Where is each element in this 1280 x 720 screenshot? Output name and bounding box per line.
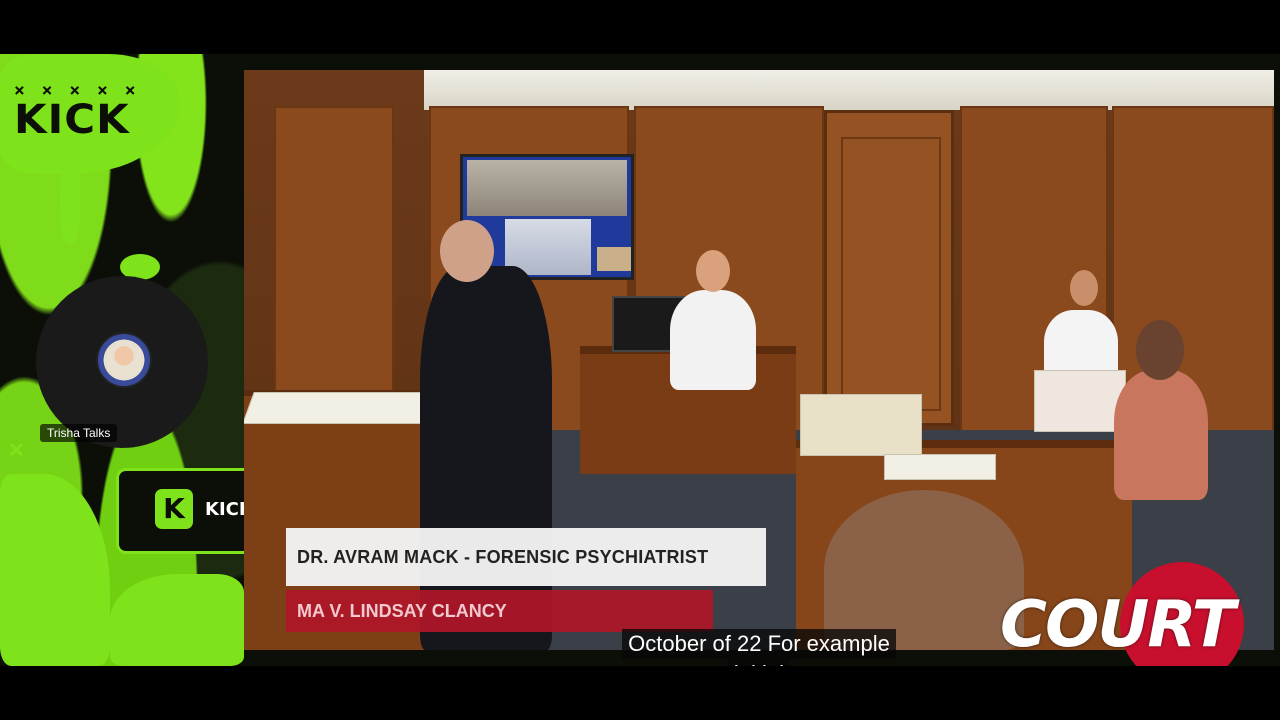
- ceiling: [424, 70, 1274, 110]
- caption-line-1: October of 22 For example: [622, 629, 896, 659]
- stream-frame: × × × × × KICK Trisha Talks ✕ K KICK DR.…: [0, 54, 1280, 666]
- caption-line-2: initial: [727, 659, 791, 666]
- wall-panel: [274, 106, 394, 436]
- kick-badge-icon: K: [155, 489, 193, 529]
- avatar: [96, 332, 152, 388]
- lower-third-name-bar: DR. AVRAM MACK - FORENSIC PSYCHIATRIST: [286, 528, 766, 586]
- court-officer: [670, 290, 756, 390]
- court-tv-logo-text: COURT TV: [1000, 588, 1235, 666]
- closed-caption: October of 22 For example initial: [598, 629, 920, 666]
- court-tv-logo: COURT TV: [1000, 562, 1244, 666]
- streamer-name: Trisha Talks: [40, 424, 118, 442]
- courtroom-door: [824, 110, 954, 426]
- defendant: [1114, 370, 1208, 500]
- binders: [800, 394, 922, 456]
- attorney-seated: [824, 490, 1024, 650]
- kick-logo-text: KICK: [14, 97, 130, 143]
- streamer-sidebar: × × × × × KICK Trisha Talks ✕ K KICK: [0, 54, 253, 666]
- kick-badge: K KICK: [116, 468, 253, 554]
- lower-third-name: DR. AVRAM MACK - FORENSIC PSYCHIATRIST: [297, 547, 709, 567]
- kick-logo: × × × × × KICK: [14, 82, 144, 152]
- lower-third-case: MA V. LINDSAY CLANCY: [297, 601, 507, 621]
- lower-third-case-bar: MA V. LINDSAY CLANCY: [286, 590, 713, 632]
- close-icon: ✕: [8, 440, 25, 462]
- streamer-cam-circle: [36, 276, 208, 448]
- right-border: [1274, 70, 1280, 666]
